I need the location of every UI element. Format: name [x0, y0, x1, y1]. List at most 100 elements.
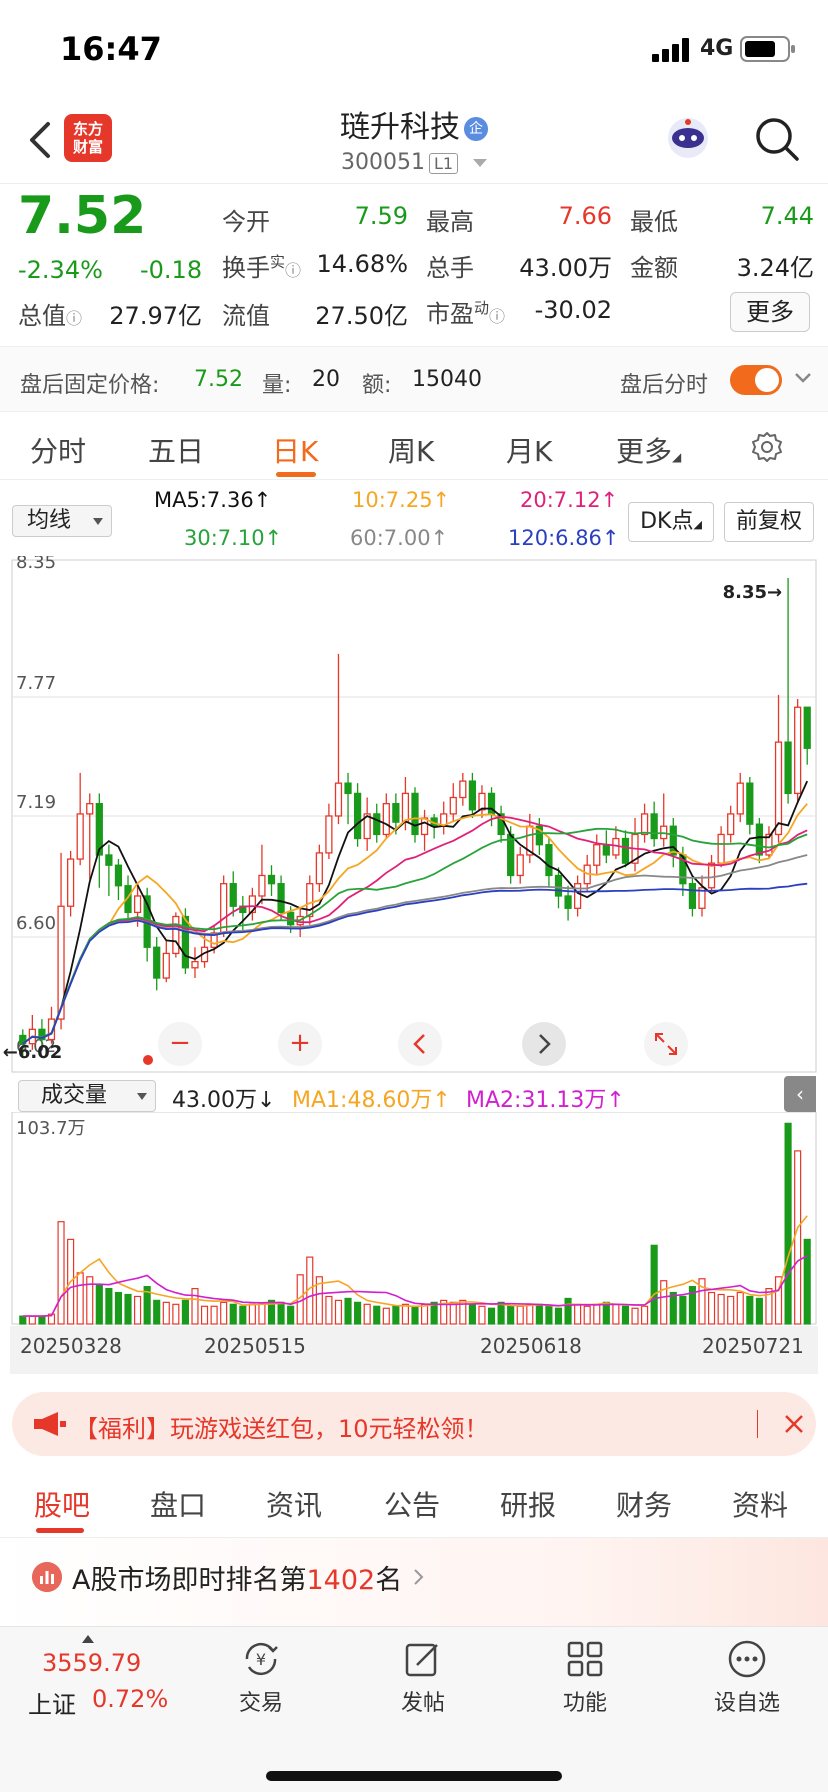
status-time: 16:47: [60, 30, 162, 68]
volume-bar: [526, 1303, 534, 1325]
indicator-select[interactable]: 均线: [12, 505, 112, 537]
tab-finance[interactable]: 财务: [616, 1484, 672, 1524]
tab-research[interactable]: 研报: [500, 1484, 556, 1524]
close-icon[interactable]: [782, 1412, 806, 1436]
tab-more[interactable]: 更多◢: [616, 430, 681, 470]
current-price: 7.52: [18, 186, 147, 246]
nav-trade[interactable]: ¥ 交易: [206, 1637, 316, 1717]
candle-body: [411, 792, 419, 836]
expand-up-icon[interactable]: [82, 1635, 94, 1643]
tab-guba[interactable]: 股吧: [34, 1484, 90, 1524]
volume-bar: [76, 1272, 84, 1325]
volume-bar: [650, 1244, 658, 1325]
candle-body: [382, 803, 390, 836]
candle-body: [478, 792, 486, 811]
small-triangle-icon: ◢: [672, 450, 682, 464]
candle-body: [373, 813, 381, 836]
market-rank-row[interactable]: A股市场即时排名第1402名: [0, 1538, 828, 1626]
tab-announcements[interactable]: 公告: [384, 1484, 440, 1524]
mcap-label: 总值ⓘ: [18, 296, 82, 331]
candle-body: [727, 813, 735, 836]
promo-banner[interactable]: 【福利】玩游戏送红包，10元轻松领！: [12, 1392, 816, 1456]
dropdown-triangle-icon: [137, 1093, 147, 1100]
volume-bar: [554, 1307, 563, 1325]
tab-monthly-k[interactable]: 月K: [506, 430, 552, 470]
info-icon[interactable]: ⓘ: [66, 309, 82, 328]
volume-bar: [516, 1305, 524, 1325]
x-tick-label: 20250328: [20, 1334, 122, 1358]
nav-functions[interactable]: 功能: [530, 1637, 640, 1717]
tab-intraday[interactable]: 分时: [30, 430, 86, 470]
volume-bar: [354, 1301, 362, 1325]
tab-profile[interactable]: 资料: [732, 1484, 788, 1524]
volume-bar: [755, 1297, 763, 1325]
volume-bar: [200, 1305, 209, 1325]
volume-bar: [19, 1315, 27, 1325]
turnover-label-text: 换手: [222, 254, 270, 282]
info-tabs: 股吧 盘口 资讯 公告 研报 财务 资料: [0, 1468, 828, 1538]
collapse-panel-button[interactable]: ‹: [784, 1076, 816, 1112]
tab-daily-k[interactable]: 日K: [272, 430, 318, 470]
candle-body: [545, 844, 553, 877]
volume-bar: [134, 1295, 142, 1325]
scroll-left-button[interactable]: [398, 1022, 442, 1066]
volume-bar: [401, 1303, 409, 1325]
volume-bar: [545, 1305, 553, 1325]
chevron-right-icon: [414, 1569, 424, 1585]
volume-current: 43.00万↓: [172, 1088, 276, 1113]
candle-body: [554, 874, 563, 897]
nav-post[interactable]: 发帖: [368, 1637, 478, 1717]
x-tick-label: 20250515: [204, 1334, 306, 1358]
candle-body: [181, 915, 190, 969]
rank-prefix: A股市场即时排名第: [72, 1565, 307, 1596]
tab-five-day[interactable]: 五日: [148, 430, 204, 470]
volume-bar: [392, 1305, 400, 1325]
volume-bar: [727, 1295, 735, 1325]
volume-bar: [487, 1307, 496, 1325]
index-percent[interactable]: 0.72%: [92, 1685, 168, 1713]
tab-news[interactable]: 资讯: [266, 1484, 322, 1524]
after-hours-toggle[interactable]: [730, 365, 782, 395]
rank-text: A股市场即时排名第1402名: [72, 1558, 402, 1597]
candle-body: [602, 844, 610, 856]
change-amount: -0.18: [140, 256, 203, 284]
info-icon[interactable]: ⓘ: [285, 261, 301, 280]
adjust-price-button[interactable]: 前复权: [724, 502, 814, 542]
volume-bar: [363, 1303, 371, 1325]
nav-watchlist[interactable]: 设自选: [692, 1637, 802, 1717]
zoom-in-button[interactable]: +: [278, 1022, 322, 1066]
volume-bar: [478, 1305, 486, 1325]
candle-body: [315, 852, 323, 885]
candle-body: [392, 803, 400, 823]
scroll-right-button[interactable]: [522, 1022, 566, 1066]
volume-bar: [344, 1297, 352, 1325]
candle-body: [344, 782, 352, 795]
volume-bar: [641, 1305, 649, 1325]
index-value[interactable]: 3559.79: [42, 1649, 141, 1677]
dk-point-button[interactable]: DK点◢: [628, 502, 714, 542]
volume-indicator-select[interactable]: 成交量: [18, 1080, 156, 1112]
tab-pankou[interactable]: 盘口: [150, 1484, 206, 1524]
candle-body: [172, 915, 180, 955]
zoom-out-button[interactable]: −: [158, 1022, 202, 1066]
yen-exchange-icon: ¥: [245, 1642, 278, 1676]
search-icon[interactable]: [754, 116, 800, 162]
low-label: 最低: [630, 208, 678, 236]
volume-bar: [181, 1299, 189, 1325]
info-icon[interactable]: ⓘ: [489, 307, 505, 326]
indicator-select-label: 均线: [27, 508, 72, 533]
gear-icon[interactable]: [750, 430, 784, 464]
candle-body: [564, 895, 572, 909]
chevron-down-icon[interactable]: [794, 371, 812, 385]
candle-body: [516, 854, 524, 877]
tab-weekly-k[interactable]: 周K: [388, 430, 434, 470]
robot-assistant-icon[interactable]: [664, 114, 712, 162]
index-name[interactable]: 上证: [28, 1685, 76, 1720]
megaphone-icon: [34, 1412, 66, 1436]
volume-bar: [382, 1307, 390, 1325]
volume-bar: [449, 1301, 457, 1325]
candlestick-chart[interactable]: 8.357.777.196.606.028.35→←6.02: [0, 556, 828, 1076]
more-button[interactable]: 更多: [730, 292, 810, 332]
fullscreen-button[interactable]: [644, 1022, 688, 1066]
volume-bar: [583, 1305, 591, 1325]
